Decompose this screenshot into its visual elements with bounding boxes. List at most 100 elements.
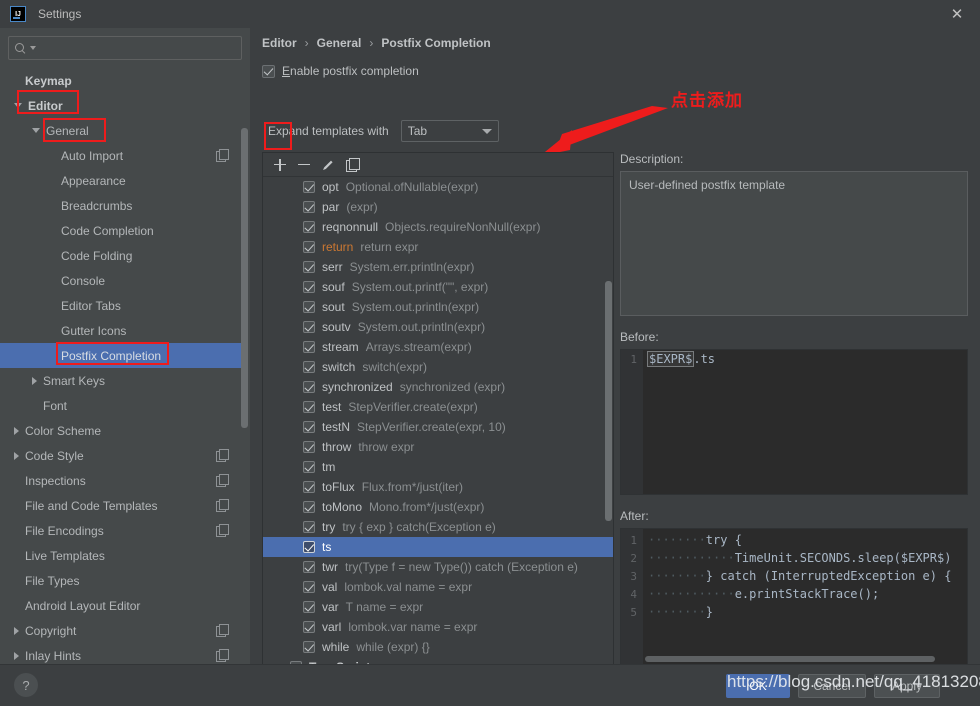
before-code-editor[interactable]: 1 $EXPR$.ts [620,349,968,495]
template-list-scrollbar-thumb[interactable] [605,281,612,521]
sidebar-item-file-and-code-templates[interactable]: File and Code Templates [0,493,244,518]
sidebar-item-file-encodings[interactable]: File Encodings [0,518,244,543]
sidebar-item-android-layout-editor[interactable]: Android Layout Editor [0,593,244,618]
breadcrumb-item[interactable]: Editor [262,36,297,50]
sidebar-item-editor-tabs[interactable]: Editor Tabs [0,293,244,318]
template-row[interactable]: return return expr [263,237,613,257]
after-code-hscrollbar[interactable] [645,656,935,662]
sidebar-item-inspections[interactable]: Inspections [0,468,244,493]
template-checkbox[interactable] [303,561,315,573]
settings-tree[interactable]: Keymap Editor General Auto Import Appearance… [0,68,244,664]
description-textarea[interactable]: User-defined postfix template [620,171,968,316]
template-row[interactable]: val lombok.val name = expr [263,577,613,597]
template-checkbox[interactable] [303,401,315,413]
breadcrumb-item[interactable]: General [317,36,362,50]
add-template-button[interactable] [269,155,291,175]
template-checkbox[interactable] [303,321,315,333]
template-row[interactable]: throw throw expr [263,437,613,457]
sidebar-item-smart-keys[interactable]: Smart Keys [0,368,244,393]
sidebar-item-keymap[interactable]: Keymap [0,68,244,93]
sidebar-item-code-style[interactable]: Code Style [0,443,244,468]
template-row[interactable]: toMono Mono.from*/just(expr) [263,497,613,517]
remove-template-button[interactable] [293,155,315,175]
template-checkbox[interactable] [303,481,315,493]
template-row[interactable]: varl lombok.var name = expr [263,617,613,637]
template-row[interactable]: opt Optional.ofNullable(expr) [263,177,613,197]
chevron-right-icon[interactable] [14,626,19,635]
chevron-down-icon[interactable] [14,103,22,108]
after-code-editor[interactable]: 1 ········try {2 ············TimeUnit.SECO… [620,528,968,666]
template-row[interactable]: try try { exp } catch(Exception e) [263,517,613,537]
template-row[interactable]: tm [263,457,613,477]
template-checkbox[interactable] [303,381,315,393]
chevron-right-icon[interactable] [14,451,19,460]
cancel-button[interactable]: Cancel [798,674,866,698]
template-row[interactable]: twr try(Type f = new Type()) catch (Excep… [263,557,613,577]
sidebar-item-copyright[interactable]: Copyright [0,618,244,643]
template-checkbox[interactable] [303,241,315,253]
template-row[interactable]: switch switch(expr) [263,357,613,377]
template-row[interactable]: while while (expr) {} [263,637,613,657]
template-row[interactable]: soutv System.out.println(expr) [263,317,613,337]
template-row[interactable]: var T name = expr [263,597,613,617]
sidebar-item-general[interactable]: General [0,118,244,143]
template-checkbox[interactable] [303,441,315,453]
template-row[interactable]: souf System.out.printf("", expr) [263,277,613,297]
template-checkbox[interactable] [303,621,315,633]
template-checkbox[interactable] [303,581,315,593]
template-checkbox[interactable] [303,341,315,353]
template-list[interactable]: opt Optional.ofNullable(expr) par (expr) req… [263,177,613,681]
sidebar-scrollbar[interactable] [241,28,248,624]
search-box[interactable] [8,36,242,60]
sidebar-item-file-types[interactable]: File Types [0,568,244,593]
template-row[interactable]: synchronized synchronized (expr) [263,377,613,397]
help-button[interactable]: ? [14,673,38,697]
sidebar-item-breadcrumbs[interactable]: Breadcrumbs [0,193,244,218]
template-row[interactable]: ts [263,537,613,557]
sidebar-item-live-templates[interactable]: Live Templates [0,543,244,568]
template-list-scrollbar[interactable] [605,153,612,657]
template-checkbox[interactable] [303,201,315,213]
ok-button[interactable]: OK [726,674,790,698]
template-row[interactable]: testN StepVerifier.create(expr, 10) [263,417,613,437]
template-checkbox[interactable] [303,361,315,373]
template-checkbox[interactable] [303,521,315,533]
expand-templates-select[interactable]: Tab [400,120,499,142]
template-row[interactable]: serr System.err.println(expr) [263,257,613,277]
template-row[interactable]: reqnonnull Objects.requireNonNull(expr) [263,217,613,237]
close-icon[interactable]: ✕ [934,0,980,28]
template-checkbox[interactable] [303,601,315,613]
apply-button[interactable]: Apply [874,674,940,698]
sidebar-item-auto-import[interactable]: Auto Import [0,143,244,168]
sidebar-item-code-folding[interactable]: Code Folding [0,243,244,268]
sidebar-item-gutter-icons[interactable]: Gutter Icons [0,318,244,343]
template-row[interactable]: par (expr) [263,197,613,217]
chevron-right-icon[interactable] [14,426,19,435]
template-checkbox[interactable] [303,281,315,293]
template-checkbox[interactable] [303,181,315,193]
chevron-right-icon[interactable] [14,651,19,660]
sidebar-item-appearance[interactable]: Appearance [0,168,244,193]
template-row[interactable]: sout System.out.println(expr) [263,297,613,317]
search-input[interactable] [40,41,235,55]
sidebar-scrollbar-thumb[interactable] [241,128,248,428]
template-checkbox[interactable] [303,301,315,313]
enable-postfix-row[interactable]: Enable postfix completion [262,64,419,78]
chevron-down-icon[interactable] [32,128,40,133]
template-checkbox[interactable] [303,221,315,233]
template-checkbox[interactable] [303,261,315,273]
template-checkbox[interactable] [303,501,315,513]
duplicate-template-button[interactable] [341,155,363,175]
sidebar-item-editor[interactable]: Editor [0,93,244,118]
enable-postfix-checkbox[interactable] [262,64,275,78]
sidebar-item-inlay-hints[interactable]: Inlay Hints [0,643,244,664]
sidebar-item-postfix-completion[interactable]: Postfix Completion [0,343,244,368]
sidebar-item-color-scheme[interactable]: Color Scheme [0,418,244,443]
template-checkbox[interactable] [303,421,315,433]
sidebar-item-console[interactable]: Console [0,268,244,293]
template-row[interactable]: stream Arrays.stream(expr) [263,337,613,357]
template-checkbox[interactable] [303,541,315,553]
sidebar-item-font[interactable]: Font [0,393,244,418]
edit-template-button[interactable] [317,155,339,175]
template-row[interactable]: toFlux Flux.from*/just(iter) [263,477,613,497]
